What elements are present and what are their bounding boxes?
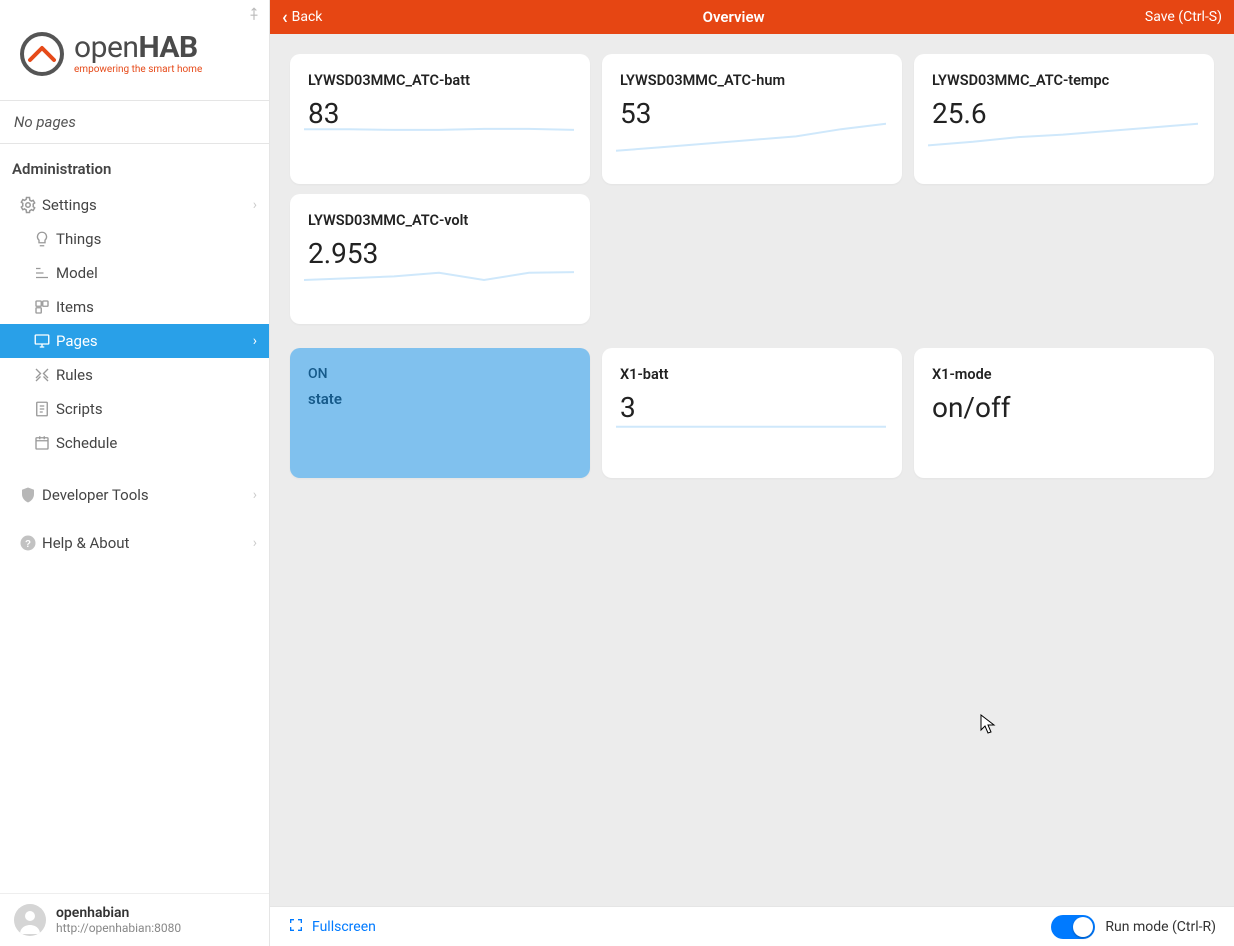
fullscreen-label: Fullscreen xyxy=(312,919,376,935)
card-volt[interactable]: LYWSD03MMC_ATC-volt 2.953 xyxy=(290,194,590,324)
sidebar-item-label: Items xyxy=(56,298,94,316)
sidebar-item-label: Help & About xyxy=(42,534,129,552)
sidebar-item-settings[interactable]: Settings › xyxy=(0,188,269,222)
sidebar: openHAB empowering the smart home No pag… xyxy=(0,0,270,946)
shield-icon xyxy=(14,486,42,504)
avatar[interactable] xyxy=(14,904,46,936)
chevron-left-icon: ‹ xyxy=(282,7,288,28)
bottombar: Fullscreen Run mode (Ctrl-R) xyxy=(270,906,1234,946)
card-value: 3 xyxy=(620,391,884,424)
back-label: Back xyxy=(292,9,323,25)
sidebar-item-things[interactable]: Things xyxy=(0,222,269,256)
card-value: 83 xyxy=(308,97,572,130)
schedule-icon xyxy=(28,434,56,452)
admin-section-title: Administration xyxy=(0,144,269,188)
card-label: X1-batt xyxy=(620,366,884,383)
sidebar-item-devtools[interactable]: Developer Tools › xyxy=(0,478,269,512)
runmode-label: Run mode (Ctrl-R) xyxy=(1105,919,1216,935)
card-label: LYWSD03MMC_ATC-volt xyxy=(308,212,572,229)
card-label: X1-mode xyxy=(932,366,1196,383)
topbar: ‹ Back Overview Save (Ctrl-S) xyxy=(270,0,1234,34)
sidebar-item-label: Rules xyxy=(56,366,93,384)
sidebar-item-pages[interactable]: Pages › xyxy=(0,324,269,358)
help-icon: ? xyxy=(14,534,42,552)
fullscreen-icon xyxy=(288,917,304,937)
sidebar-footer: openhabian http://openhabian:8080 xyxy=(0,893,269,946)
card-tempc[interactable]: LYWSD03MMC_ATC-tempc 25.6 xyxy=(914,54,1214,184)
chevron-right-icon: › xyxy=(253,535,257,551)
sidebar-item-label: Schedule xyxy=(56,434,117,452)
monitor-icon xyxy=(28,332,56,350)
card-row-3: ON state X1-batt 3 X1-mode on/off xyxy=(290,348,1214,478)
user-name: openhabian xyxy=(56,905,181,921)
sidebar-item-label: Pages xyxy=(56,332,98,350)
card-label: LYWSD03MMC_ATC-tempc xyxy=(932,72,1196,89)
gear-icon xyxy=(14,196,42,214)
logo-tagline: empowering the smart home xyxy=(74,65,202,75)
main: ‹ Back Overview Save (Ctrl-S) LYWSD03MMC… xyxy=(270,0,1234,946)
card-state[interactable]: ON state xyxy=(290,348,590,478)
chevron-right-icon: › xyxy=(253,487,257,503)
card-label: LYWSD03MMC_ATC-batt xyxy=(308,72,572,89)
card-label: LYWSD03MMC_ATC-hum xyxy=(620,72,884,89)
user-meta: openhabian http://openhabian:8080 xyxy=(56,905,181,935)
page-title: Overview xyxy=(322,8,1145,26)
card-sub: state xyxy=(308,390,572,408)
cursor-icon xyxy=(980,714,996,736)
sidebar-item-label: Scripts xyxy=(56,400,103,418)
sidebar-item-label: Things xyxy=(56,230,101,248)
sidebar-item-label: Settings xyxy=(42,196,97,214)
runmode: Run mode (Ctrl-R) xyxy=(1051,915,1216,939)
fullscreen-button[interactable]: Fullscreen xyxy=(288,917,376,937)
runmode-toggle[interactable] xyxy=(1051,915,1095,939)
card-value: on/off xyxy=(932,391,1196,424)
sidebar-item-help[interactable]: ? Help & About › xyxy=(0,526,269,560)
sidebar-item-schedule[interactable]: Schedule xyxy=(0,426,269,460)
canvas: LYWSD03MMC_ATC-batt 83 LYWSD03MMC_ATC-hu… xyxy=(270,34,1234,906)
card-row-1: LYWSD03MMC_ATC-batt 83 LYWSD03MMC_ATC-hu… xyxy=(290,54,1214,184)
user-host: http://openhabian:8080 xyxy=(56,921,181,935)
sidebar-item-label: Model xyxy=(56,264,98,282)
logo-word: openHAB xyxy=(74,33,202,63)
logo: openHAB empowering the smart home xyxy=(0,0,269,100)
model-icon xyxy=(28,264,56,282)
card-row-2: LYWSD03MMC_ATC-volt 2.953 xyxy=(290,194,1214,324)
rules-icon xyxy=(28,366,56,384)
sidebar-item-rules[interactable]: Rules xyxy=(0,358,269,392)
card-batt[interactable]: LYWSD03MMC_ATC-batt 83 xyxy=(290,54,590,184)
card-hum[interactable]: LYWSD03MMC_ATC-hum 53 xyxy=(602,54,902,184)
sidebar-item-scripts[interactable]: Scripts xyxy=(0,392,269,426)
bulb-icon xyxy=(28,230,56,248)
save-button[interactable]: Save (Ctrl-S) xyxy=(1145,9,1222,25)
settings-subnav: Things Model Items Pages › Rules Scripts… xyxy=(0,222,269,460)
card-x1batt[interactable]: X1-batt 3 xyxy=(602,348,902,478)
chevron-right-icon: › xyxy=(253,197,257,213)
no-pages-label: No pages xyxy=(0,100,269,144)
sidebar-item-items[interactable]: Items xyxy=(0,290,269,324)
scripts-icon xyxy=(28,400,56,418)
card-value: 53 xyxy=(620,97,884,130)
chevron-right-icon: › xyxy=(253,333,257,349)
card-x1mode[interactable]: X1-mode on/off xyxy=(914,348,1214,478)
card-label: ON xyxy=(308,366,572,382)
card-value: 25.6 xyxy=(932,97,1196,130)
sidebar-item-model[interactable]: Model xyxy=(0,256,269,290)
card-value: 2.953 xyxy=(308,237,572,270)
back-button[interactable]: ‹ Back xyxy=(282,7,322,28)
svg-text:?: ? xyxy=(25,539,31,550)
items-icon xyxy=(28,298,56,316)
openhab-logo-icon xyxy=(18,30,66,78)
sidebar-item-label: Developer Tools xyxy=(42,486,149,504)
pin-icon[interactable] xyxy=(247,6,261,25)
